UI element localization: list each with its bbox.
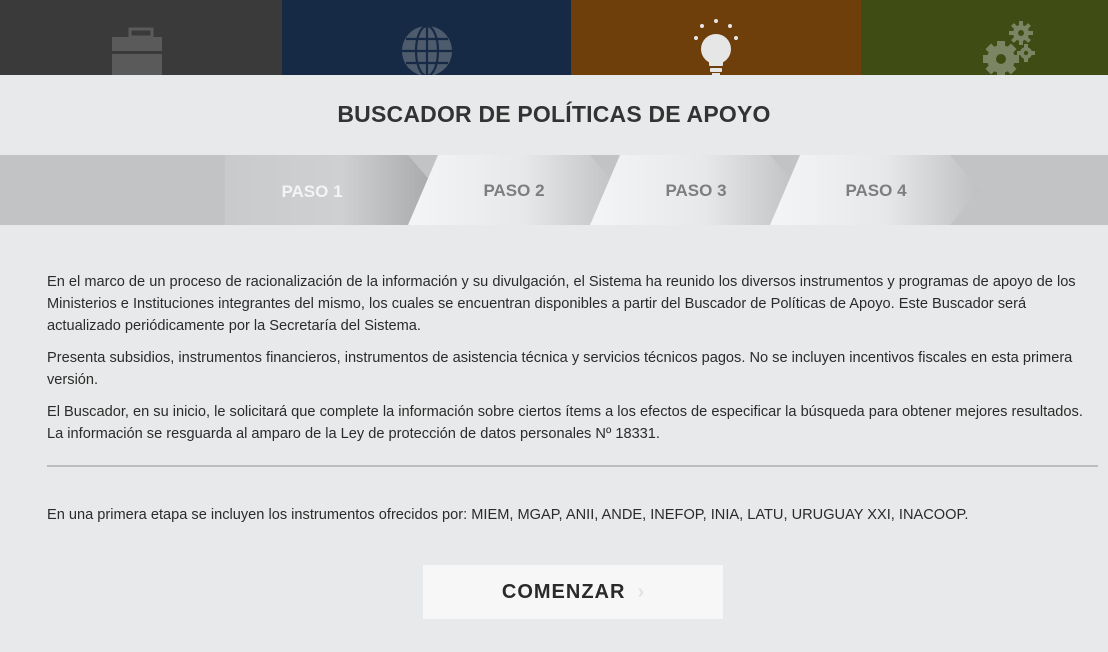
intro-paragraph-1: En el marco de un proceso de racionaliza… (47, 274, 1076, 334)
globe-icon (402, 24, 452, 75)
start-button[interactable]: COMENZAR › (423, 565, 723, 619)
intro-paragraph-3: El Buscador, en su inicio, le solicitará… (47, 404, 1083, 442)
lightbulb-icon (694, 19, 738, 75)
chevron-right-icon: › (637, 580, 645, 603)
start-button-label: COMENZAR (501, 580, 626, 603)
step-3-label: PASO 3 (665, 181, 726, 200)
tile-globe[interactable] (282, 0, 571, 75)
divider (47, 465, 1098, 467)
intro-text: En el marco de un proceso de racionaliza… (47, 271, 1099, 455)
gears-icon (983, 21, 1035, 75)
intro-paragraph-2: Presenta subsidios, instrumentos financi… (47, 350, 1073, 388)
tile-lightbulb[interactable] (571, 0, 861, 75)
instruments-text: En una primera etapa se incluyen los ins… (47, 507, 969, 523)
tile-gears[interactable] (861, 0, 1108, 75)
step-4-label: PASO 4 (845, 181, 907, 200)
tile-briefcase[interactable] (0, 0, 282, 75)
page-title: BUSCADOR DE POLÍTICAS DE APOYO (337, 101, 771, 127)
step-progress: PASO 1 PASO 2 PASO 3 PASO 4 (0, 155, 1108, 225)
step-1-label: PASO 1 (281, 182, 342, 201)
header-tiles (0, 0, 1108, 75)
briefcase-icon (112, 27, 162, 75)
step-2-label: PASO 2 (483, 181, 544, 200)
